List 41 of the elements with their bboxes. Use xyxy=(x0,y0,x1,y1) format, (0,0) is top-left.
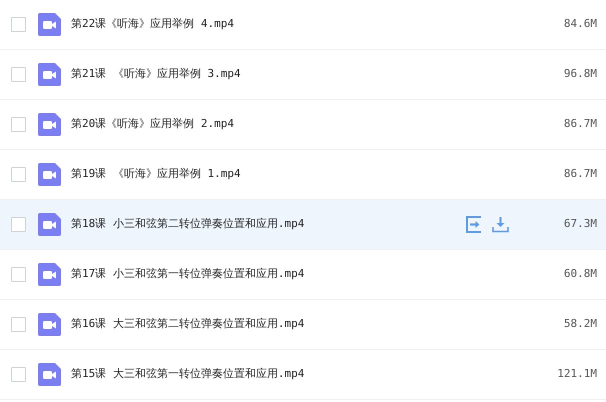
video-file-icon xyxy=(38,63,61,86)
file-row[interactable]: 第18课 小三和弦第二转位弹奏位置和应用.mp4 67.3M xyxy=(0,200,606,250)
file-name[interactable]: 第18课 小三和弦第二转位弹奏位置和应用.mp4 xyxy=(71,216,304,233)
file-row[interactable]: 第15课 大三和弦第一转位弹奏位置和应用.mp4 121.1M xyxy=(0,350,606,400)
file-size: 60.8M xyxy=(562,266,597,282)
file-row[interactable]: 第22课《听海》应用举例 4.mp4 84.6M xyxy=(0,0,606,50)
file-name[interactable]: 第17课 小三和弦第一转位弹奏位置和应用.mp4 xyxy=(71,266,304,283)
checkbox[interactable] xyxy=(11,267,26,282)
file-size: 86.7M xyxy=(562,166,597,182)
checkbox[interactable] xyxy=(11,367,26,382)
file-size: 84.6M xyxy=(562,16,597,32)
file-size: 121.1M xyxy=(556,366,597,382)
checkbox[interactable] xyxy=(11,217,26,232)
checkbox[interactable] xyxy=(11,67,26,82)
file-row[interactable]: 第16课 大三和弦第二转位弹奏位置和应用.mp4 58.2M xyxy=(0,300,606,350)
checkbox[interactable] xyxy=(11,167,26,182)
file-size: 96.8M xyxy=(562,66,597,82)
file-name[interactable]: 第19课 《听海》应用举例 1.mp4 xyxy=(71,166,241,183)
video-file-icon xyxy=(38,213,61,236)
file-size: 86.7M xyxy=(562,116,597,132)
video-file-icon xyxy=(38,363,61,386)
video-file-icon xyxy=(38,313,61,336)
file-name[interactable]: 第16课 大三和弦第二转位弹奏位置和应用.mp4 xyxy=(71,316,304,333)
file-row[interactable]: 第17课 小三和弦第一转位弹奏位置和应用.mp4 60.8M xyxy=(0,250,606,300)
file-row[interactable]: 第20课《听海》应用举例 2.mp4 86.7M xyxy=(0,100,606,150)
checkbox[interactable] xyxy=(11,17,26,32)
file-size: 58.2M xyxy=(562,316,597,332)
video-file-icon xyxy=(38,13,61,36)
file-name[interactable]: 第15课 大三和弦第一转位弹奏位置和应用.mp4 xyxy=(71,366,304,383)
checkbox[interactable] xyxy=(11,117,26,132)
video-file-icon xyxy=(38,113,61,136)
download-icon[interactable] xyxy=(492,216,509,233)
file-name[interactable]: 第22课《听海》应用举例 4.mp4 xyxy=(71,16,234,33)
file-row[interactable]: 第21课 《听海》应用举例 3.mp4 96.8M xyxy=(0,50,606,100)
move-icon[interactable] xyxy=(466,216,483,233)
file-size: 67.3M xyxy=(562,216,597,232)
video-file-icon xyxy=(38,263,61,286)
checkbox[interactable] xyxy=(11,317,26,332)
file-name[interactable]: 第20课《听海》应用举例 2.mp4 xyxy=(71,116,234,133)
file-name[interactable]: 第21课 《听海》应用举例 3.mp4 xyxy=(71,66,241,83)
video-file-icon xyxy=(38,163,61,186)
